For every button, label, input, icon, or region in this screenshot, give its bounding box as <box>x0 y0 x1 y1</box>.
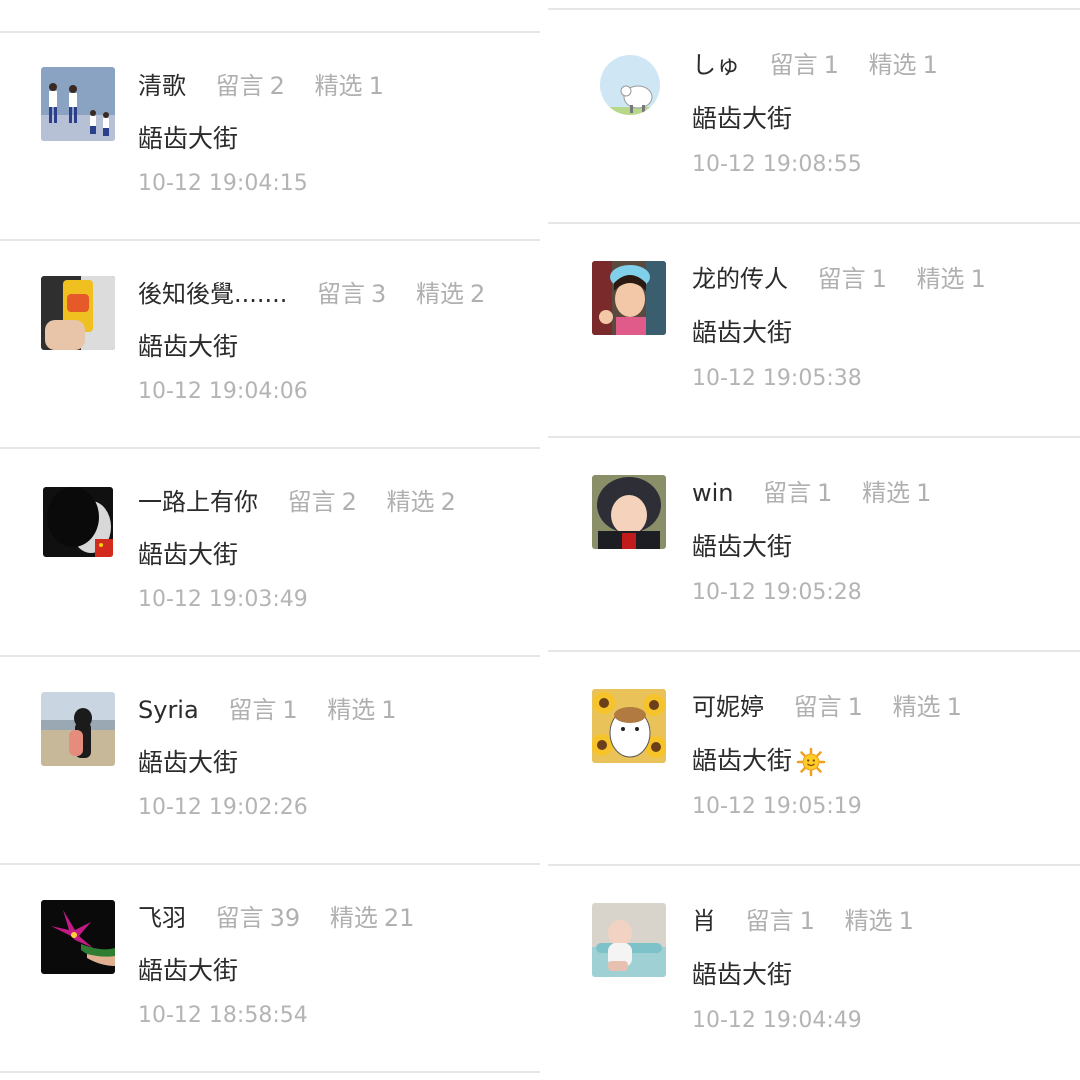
avatar[interactable] <box>43 487 113 557</box>
list-item[interactable]: 後知後覺....... 留言 3 精选 2 龉齿大街 10-12 19:04:06 <box>0 241 540 447</box>
featured-count: 精选 1 <box>868 51 938 79</box>
timestamp: 10-12 19:03:49 <box>138 587 308 612</box>
user-name[interactable]: 龙的传人 <box>692 265 788 293</box>
avatar[interactable] <box>41 692 115 766</box>
comment-count: 留言 1 <box>763 479 833 507</box>
user-name[interactable]: win <box>692 479 734 507</box>
user-name[interactable]: しゅ <box>692 51 740 79</box>
timestamp: 10-12 18:58:54 <box>138 1003 308 1028</box>
message-text: 龉齿大街 <box>692 104 793 133</box>
comment-count: 留言 1 <box>745 907 815 935</box>
item-header: 後知後覺....... 留言 3 精选 2 <box>138 277 507 311</box>
divider <box>0 1071 540 1073</box>
comment-count: 留言 1 <box>228 696 298 724</box>
user-name[interactable]: 飞羽 <box>138 904 186 932</box>
message-text: 龉齿大街 <box>692 318 793 347</box>
sun-emoji-icon <box>796 747 826 777</box>
avatar[interactable] <box>41 276 115 350</box>
user-name[interactable]: 一路上有你 <box>138 488 258 516</box>
featured-count: 精选 1 <box>862 479 932 507</box>
timestamp: 10-12 19:08:55 <box>692 152 862 177</box>
message-text: 龉齿大街 <box>138 956 239 985</box>
item-header: 清歌 留言 2 精选 1 <box>138 69 406 103</box>
comment-list-left: 清歌 留言 2 精选 1 龉齿大街 10-12 19:04:15 後知後覺.....… <box>0 0 540 1080</box>
list-item[interactable]: 肖 留言 1 精选 1 龉齿大街 10-12 19:04:49 <box>548 866 1080 1078</box>
column-gap <box>540 0 548 1080</box>
comment-count: 留言 1 <box>769 51 839 79</box>
message-text: 龉齿大街 <box>692 532 793 561</box>
avatar[interactable] <box>41 67 115 141</box>
comment-count: 留言 2 <box>287 488 357 516</box>
user-name[interactable]: 可妮婷 <box>692 693 764 721</box>
list-item[interactable]: 一路上有你 留言 2 精选 2 龉齿大街 10-12 19:03:49 <box>0 449 540 655</box>
avatar[interactable] <box>592 261 666 335</box>
item-header: win 留言 1 精选 1 <box>692 476 953 510</box>
timestamp: 10-12 19:05:28 <box>692 580 862 605</box>
user-name[interactable]: 清歌 <box>138 72 186 100</box>
list-item[interactable]: win 留言 1 精选 1 龉齿大街 10-12 19:05:28 <box>548 438 1080 650</box>
message-text: 龉齿大街 <box>138 332 239 361</box>
item-header: 肖 留言 1 精选 1 <box>692 904 936 938</box>
featured-count: 精选 1 <box>892 693 962 721</box>
list-item[interactable]: Syria 留言 1 精选 1 龉齿大街 10-12 19:02:26 <box>0 657 540 863</box>
comment-count: 留言 1 <box>817 265 887 293</box>
comment-count: 留言 2 <box>215 72 285 100</box>
user-name[interactable]: 後知後覺....... <box>138 280 287 308</box>
featured-count: 精选 1 <box>844 907 914 935</box>
list-item[interactable]: 清歌 留言 2 精选 1 龉齿大街 10-12 19:04:15 <box>0 33 540 239</box>
avatar[interactable] <box>41 900 115 974</box>
avatar[interactable] <box>592 475 666 549</box>
item-header: しゅ 留言 1 精选 1 <box>692 48 960 82</box>
featured-count: 精选 2 <box>415 280 486 308</box>
featured-count: 精选 2 <box>386 488 456 516</box>
avatar[interactable] <box>592 689 666 763</box>
timestamp: 10-12 19:02:26 <box>138 795 308 820</box>
message-text: 龉齿大街 <box>692 960 793 989</box>
item-header: Syria 留言 1 精选 1 <box>138 693 419 727</box>
timestamp: 10-12 19:05:19 <box>692 794 862 819</box>
comment-count: 留言 39 <box>215 904 301 932</box>
user-name[interactable]: 肖 <box>692 907 716 935</box>
message-text-content: 龉齿大街 <box>692 746 793 775</box>
item-header: 龙的传人 留言 1 精选 1 <box>692 262 1008 296</box>
item-header: 飞羽 留言 39 精选 21 <box>138 901 436 935</box>
timestamp: 10-12 19:04:06 <box>138 379 308 404</box>
comment-count: 留言 3 <box>317 280 387 308</box>
timestamp: 10-12 19:04:49 <box>692 1008 862 1033</box>
timestamp: 10-12 19:04:15 <box>138 171 308 196</box>
avatar[interactable] <box>600 55 660 115</box>
featured-count: 精选 1 <box>314 72 384 100</box>
list-item[interactable]: 可妮婷 留言 1 精选 1 龉齿大街 10-12 19:05:19 <box>548 652 1080 864</box>
comment-count: 留言 1 <box>793 693 863 721</box>
featured-count: 精选 21 <box>329 904 415 932</box>
list-item[interactable]: 龙的传人 留言 1 精选 1 龉齿大街 10-12 19:05:38 <box>548 224 1080 436</box>
featured-count: 精选 1 <box>916 265 986 293</box>
item-header: 一路上有你 留言 2 精选 2 <box>138 485 478 519</box>
user-name[interactable]: Syria <box>138 696 199 724</box>
item-header: 可妮婷 留言 1 精选 1 <box>692 690 984 724</box>
list-item[interactable]: しゅ 留言 1 精选 1 龉齿大街 10-12 19:08:55 <box>548 10 1080 222</box>
message-text: 龉齿大街 <box>692 744 826 778</box>
featured-count: 精选 1 <box>327 696 397 724</box>
message-text: 龉齿大街 <box>138 540 239 569</box>
avatar[interactable] <box>592 903 666 977</box>
timestamp: 10-12 19:05:38 <box>692 366 862 391</box>
message-text: 龉齿大街 <box>138 748 239 777</box>
message-text: 龉齿大街 <box>138 124 239 153</box>
comment-list-right: しゅ 留言 1 精选 1 龉齿大街 10-12 19:08:55 龙的传人 留言 1 … <box>548 0 1080 1080</box>
list-item[interactable]: 飞羽 留言 39 精选 21 龉齿大街 10-12 18:58:54 <box>0 865 540 1071</box>
